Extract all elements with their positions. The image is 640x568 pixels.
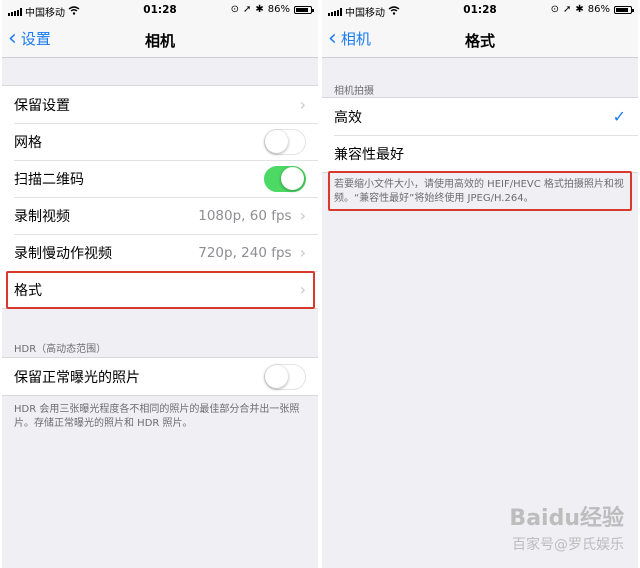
status-bar: 中国移动 01:28 ⊙ ➚ ✱ 86% [2, 0, 318, 20]
grid-toggle[interactable] [264, 128, 306, 155]
row-detail: 720p, 240 fps [198, 244, 292, 261]
row-grid: 网格 [2, 123, 318, 160]
row-record-slomo[interactable]: 录制慢动作视频 720p, 240 fps › [2, 234, 318, 271]
option-high-efficiency[interactable]: 高效 ✓ [322, 98, 638, 135]
navigation-bar: ‹ 设置 相机 [2, 20, 318, 58]
row-label: 录制视频 [14, 208, 70, 225]
scan-qr-toggle[interactable] [264, 165, 306, 192]
row-label: 保留设置 [14, 97, 70, 114]
chevron-right-icon: › [299, 243, 306, 262]
option-label: 兼容性最好 [334, 146, 404, 163]
watermark-logo-text: Baidu经验 [509, 506, 624, 531]
location-icon: ➚ [562, 4, 572, 15]
row-scan-qr: 扫描二维码 [2, 160, 318, 197]
hdr-section-header: HDR（高动态范围） [14, 344, 107, 355]
bluetooth-icon: ✱ [255, 4, 264, 15]
formats-screen: 中国移动 01:28 ⊙ ➚ ✱ 86% ‹ 相机 格式 相机拍摄 高效 ✓ 兼… [322, 0, 638, 568]
row-label: 扫描二维码 [14, 171, 84, 188]
option-most-compatible[interactable]: 兼容性最好 [322, 135, 638, 172]
row-record-video[interactable]: 录制视频 1080p, 60 fps › [2, 197, 318, 234]
row-detail: 1080p, 60 fps [198, 207, 292, 224]
battery-percent: 86% [267, 4, 290, 15]
battery-percent: 86% [587, 4, 610, 15]
battery-icon [294, 5, 314, 14]
row-label: 保留正常曝光的照片 [14, 369, 140, 386]
toggle-knob [265, 364, 288, 388]
navigation-bar: ‹ 相机 格式 [322, 20, 638, 58]
chevron-right-icon: › [299, 95, 306, 114]
orientation-lock-icon: ⊙ [230, 4, 239, 15]
orientation-lock-icon: ⊙ [550, 4, 559, 15]
page-title: 格式 [464, 32, 495, 50]
row-keep-normal-photo: 保留正常曝光的照片 [2, 358, 318, 395]
hdr-footnote: HDR 会用三张曝光程度各不相同的照片的最佳部分合并出一张照片。存储正常曝光的照… [14, 404, 300, 429]
watermark: Baidu经验 百家号@罗氏娱乐 [474, 500, 624, 560]
formats-highlight-box [6, 271, 315, 309]
chevron-right-icon: › [299, 206, 306, 225]
location-icon: ➚ [242, 4, 252, 15]
row-preserve-settings[interactable]: 保留设置 › [2, 86, 318, 123]
camera-capture-header: 相机拍摄 [334, 86, 374, 97]
keep-normal-photo-toggle[interactable] [264, 363, 306, 390]
footnote-highlight-box [328, 171, 632, 211]
status-bar: 中国移动 01:28 ⊙ ➚ ✱ 86% [322, 0, 638, 20]
toggle-knob [281, 166, 304, 190]
bluetooth-icon: ✱ [575, 4, 584, 15]
battery-icon [614, 5, 634, 14]
hdr-group: 保留正常曝光的照片 [2, 357, 318, 396]
row-label: 网格 [14, 134, 42, 151]
format-options-group: 高效 ✓ 兼容性最好 [322, 97, 638, 173]
option-label: 高效 [334, 109, 362, 126]
toggle-knob [265, 129, 288, 153]
checkmark-icon: ✓ [612, 107, 626, 126]
watermark-sub-text: 百家号@罗氏娱乐 [512, 537, 624, 553]
camera-settings-screen: 中国移动 01:28 ⊙ ➚ ✱ 86% ‹ 设置 相机 保留设置 › 网格 扫… [2, 0, 318, 568]
row-label: 录制慢动作视频 [14, 245, 112, 262]
page-title: 相机 [144, 32, 175, 50]
